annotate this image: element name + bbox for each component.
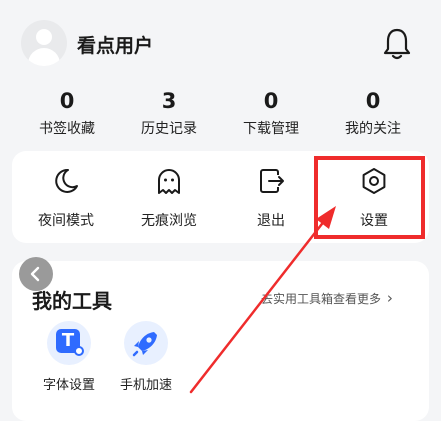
stat-value: 3: [161, 89, 177, 113]
stat-label: 历史记录: [141, 121, 197, 137]
feature-label: 夜间模式: [38, 213, 94, 229]
stat-value: 0: [263, 89, 279, 113]
stat-label: 书签收藏: [39, 121, 95, 137]
back-button[interactable]: [19, 257, 53, 291]
moon-icon: [55, 168, 78, 193]
stats-row: 0 书签收藏 3 历史记录 0 下载管理 0 我的关注: [0, 88, 441, 144]
ghost-icon: [158, 169, 180, 194]
tools-more-text: 去实用工具箱查看更多: [261, 292, 382, 306]
stat-value: 0: [365, 89, 381, 113]
incognito-button[interactable]: 无痕浏览: [121, 166, 217, 230]
stat-bookmarks[interactable]: 0 书签收藏: [17, 88, 117, 138]
font-settings-icon: T: [47, 321, 91, 365]
tool-font-settings[interactable]: T 字体设置: [34, 321, 104, 393]
exit-button[interactable]: 退出: [223, 166, 319, 230]
stat-value: 0: [59, 89, 75, 113]
rocket-icon: [124, 321, 168, 365]
tool-label: 手机加速: [119, 378, 172, 393]
feature-label: 无痕浏览: [141, 213, 197, 229]
avatar[interactable]: [21, 20, 67, 66]
stat-following[interactable]: 0 我的关注: [323, 88, 423, 138]
stat-history[interactable]: 3 历史记录: [119, 88, 219, 138]
stat-label: 我的关注: [345, 121, 401, 137]
tool-phone-boost[interactable]: 手机加速: [111, 321, 181, 393]
settings-highlight-box: [314, 156, 425, 239]
exit-icon: [260, 169, 284, 193]
tools-more-link[interactable]: 去实用工具箱查看更多 ›: [261, 289, 393, 307]
tool-label: 字体设置: [42, 378, 95, 393]
bell-icon[interactable]: [382, 26, 412, 60]
night-mode-button[interactable]: 夜间模式: [18, 166, 114, 230]
stat-label: 下载管理: [243, 121, 299, 137]
profile-header: 看点用户: [0, 0, 441, 92]
chevron-right-icon: ›: [386, 289, 393, 307]
chevron-left-icon: [30, 266, 40, 282]
stat-downloads[interactable]: 0 下载管理: [221, 88, 321, 138]
username[interactable]: 看点用户: [77, 31, 153, 58]
feature-label: 退出: [257, 213, 285, 229]
